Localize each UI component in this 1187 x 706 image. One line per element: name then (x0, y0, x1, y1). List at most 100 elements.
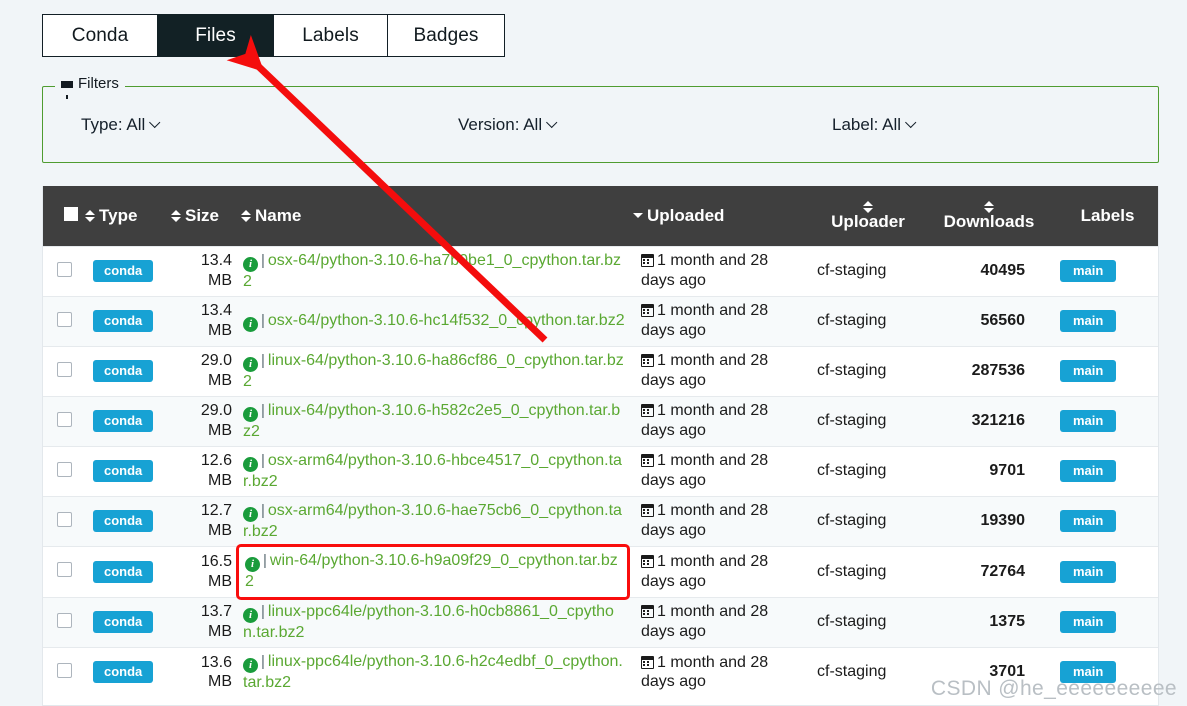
file-name-link[interactable]: osx-arm64/python-3.10.6-hbce4517_0_cpyth… (243, 452, 622, 490)
filter-type-dropdown[interactable]: Type: All (81, 115, 161, 135)
sort-icon (85, 209, 95, 222)
info-icon[interactable]: i (243, 456, 258, 472)
table-row: conda 13.7 MB i | linux-ppc64le/python-3.10.6… (43, 596, 1158, 647)
filter-label-dropdown[interactable]: Label: All (832, 115, 917, 135)
downloads-value: 321216 (971, 412, 1025, 429)
type-badge[interactable]: conda (93, 460, 154, 482)
files-table-container: Type Size Name Uploaded Uploader Downloa… (42, 186, 1159, 706)
uploader-value: cf-staging (817, 462, 887, 479)
type-badge[interactable]: conda (93, 310, 154, 332)
tab-conda[interactable]: Conda (42, 14, 157, 57)
type-badge[interactable]: conda (93, 260, 154, 282)
row-select-cell (43, 295, 85, 346)
header-name[interactable]: Name (241, 186, 633, 246)
label-badge[interactable]: main (1060, 410, 1117, 432)
row-checkbox[interactable] (57, 662, 72, 678)
row-size-cell: 13.6 MB (171, 646, 241, 697)
row-uploader-cell: cf-staging (813, 245, 923, 296)
label-badge[interactable]: main (1060, 611, 1117, 633)
label-badge[interactable]: main (1060, 260, 1117, 282)
uploaded-value: 1 month and 28 days ago (641, 252, 769, 289)
info-icon[interactable]: i (243, 406, 258, 422)
header-uploader[interactable]: Uploader (813, 186, 923, 246)
chevron-down-icon (149, 116, 161, 129)
file-name-link[interactable]: linux-ppc64le/python-3.10.6-h0cb8861_0_c… (243, 603, 614, 641)
label-badge[interactable]: main (1060, 460, 1117, 482)
calendar-icon (641, 605, 654, 619)
row-labels-cell: main (1055, 345, 1158, 396)
tab-labels[interactable]: Labels (273, 14, 387, 57)
info-icon[interactable]: i (243, 256, 258, 272)
row-checkbox[interactable] (57, 311, 72, 327)
row-checkbox[interactable] (57, 461, 72, 477)
header-uploaded[interactable]: Uploaded (633, 186, 813, 246)
row-uploaded-cell: 1 month and 28 days ago (633, 495, 813, 546)
row-checkbox[interactable] (57, 361, 72, 377)
file-name-link[interactable]: osx-64/python-3.10.6-ha7b0be1_0_cpython.… (243, 252, 621, 290)
row-name-cell: i | linux-ppc64le/python-3.10.6-h2c4edbf_0… (241, 646, 633, 697)
filters-panel: Filters Type: All Version: All Label: Al… (42, 76, 1159, 163)
info-icon[interactable]: i (243, 506, 258, 522)
header-select-all[interactable] (43, 186, 85, 246)
table-row: conda 29.0 MB i | linux-64/python-3.10.6-h582… (43, 395, 1158, 446)
file-name-link[interactable]: linux-64/python-3.10.6-ha86cf86_0_cpytho… (243, 352, 624, 390)
separator: | (261, 251, 265, 269)
type-badge[interactable]: conda (93, 661, 154, 684)
header-downloads[interactable]: Downloads (923, 186, 1055, 246)
downloads-value: 56560 (980, 312, 1026, 329)
row-checkbox[interactable] (57, 261, 72, 277)
row-checkbox[interactable] (57, 411, 72, 427)
row-select-cell (43, 395, 85, 446)
info-icon[interactable]: i (245, 556, 260, 572)
header-size[interactable]: Size (171, 186, 241, 246)
header-name-label: Name (255, 205, 302, 225)
size-value: 13.6 MB (200, 653, 232, 691)
info-icon[interactable]: i (243, 607, 258, 623)
file-name-link[interactable]: osx-arm64/python-3.10.6-hae75cb6_0_cpyth… (243, 502, 622, 540)
label-badge[interactable]: main (1060, 560, 1117, 583)
type-badge[interactable]: conda (93, 560, 154, 583)
row-name-cell: i | osx-64/python-3.10.6-ha7b0be1_0_cpytho… (241, 245, 633, 296)
calendar-icon (641, 254, 654, 268)
row-size-cell: 29.0 MB (171, 395, 241, 446)
uploader-value: cf-staging (817, 512, 887, 529)
file-name-link[interactable]: linux-64/python-3.10.6-h582c2e5_0_cpytho… (243, 402, 620, 440)
filter-funnel-icon (61, 81, 73, 99)
type-badge[interactable]: conda (93, 410, 154, 432)
row-checkbox[interactable] (57, 612, 72, 628)
downloads-value: 9701 (989, 462, 1025, 479)
row-type-cell: conda (85, 445, 171, 496)
filter-version-dropdown[interactable]: Version: All (458, 115, 558, 135)
row-type-cell: conda (85, 345, 171, 396)
row-select-cell (43, 596, 85, 647)
files-table: Type Size Name Uploaded Uploader Downloa… (43, 186, 1158, 697)
header-type[interactable]: Type (85, 186, 171, 246)
row-type-cell: conda (85, 495, 171, 546)
label-badge[interactable]: main (1060, 510, 1117, 532)
sort-icon (171, 209, 181, 222)
tab-badges[interactable]: Badges (387, 14, 505, 57)
filter-controls: Type: All Version: All Label: All (43, 115, 1158, 143)
info-icon[interactable]: i (243, 356, 258, 372)
row-labels-cell: main (1055, 295, 1158, 346)
label-badge[interactable]: main (1060, 310, 1117, 332)
calendar-icon (641, 454, 654, 468)
info-icon[interactable]: i (243, 316, 258, 332)
row-name-cell: i | osx-arm64/python-3.10.6-hae75cb6_0_cpy… (241, 495, 633, 546)
file-name-link[interactable]: osx-64/python-3.10.6-hc14f532_0_cpython.… (268, 312, 625, 329)
row-select-cell (43, 245, 85, 296)
row-checkbox[interactable] (57, 562, 72, 577)
info-icon[interactable]: i (243, 657, 258, 673)
row-uploaded-cell: 1 month and 28 days ago (633, 345, 813, 396)
type-badge[interactable]: conda (93, 611, 154, 633)
type-badge[interactable]: conda (93, 510, 154, 532)
label-badge[interactable]: main (1060, 360, 1117, 382)
select-all-checkbox[interactable] (64, 206, 78, 221)
file-name-link[interactable]: linux-ppc64le/python-3.10.6-h2c4edbf_0_c… (243, 653, 623, 691)
file-name-link[interactable]: win-64/python-3.10.6-h9a09f29_0_cpython.… (245, 552, 618, 590)
table-body: conda 13.4 MB i | osx-64/python-3.10.6-ha7b0b… (43, 245, 1158, 697)
tab-files[interactable]: Files (157, 14, 273, 57)
row-checkbox[interactable] (57, 511, 72, 527)
row-name-cell: i | linux-64/python-3.10.6-h582c2e5_0_cpyt… (241, 395, 633, 446)
type-badge[interactable]: conda (93, 360, 154, 382)
